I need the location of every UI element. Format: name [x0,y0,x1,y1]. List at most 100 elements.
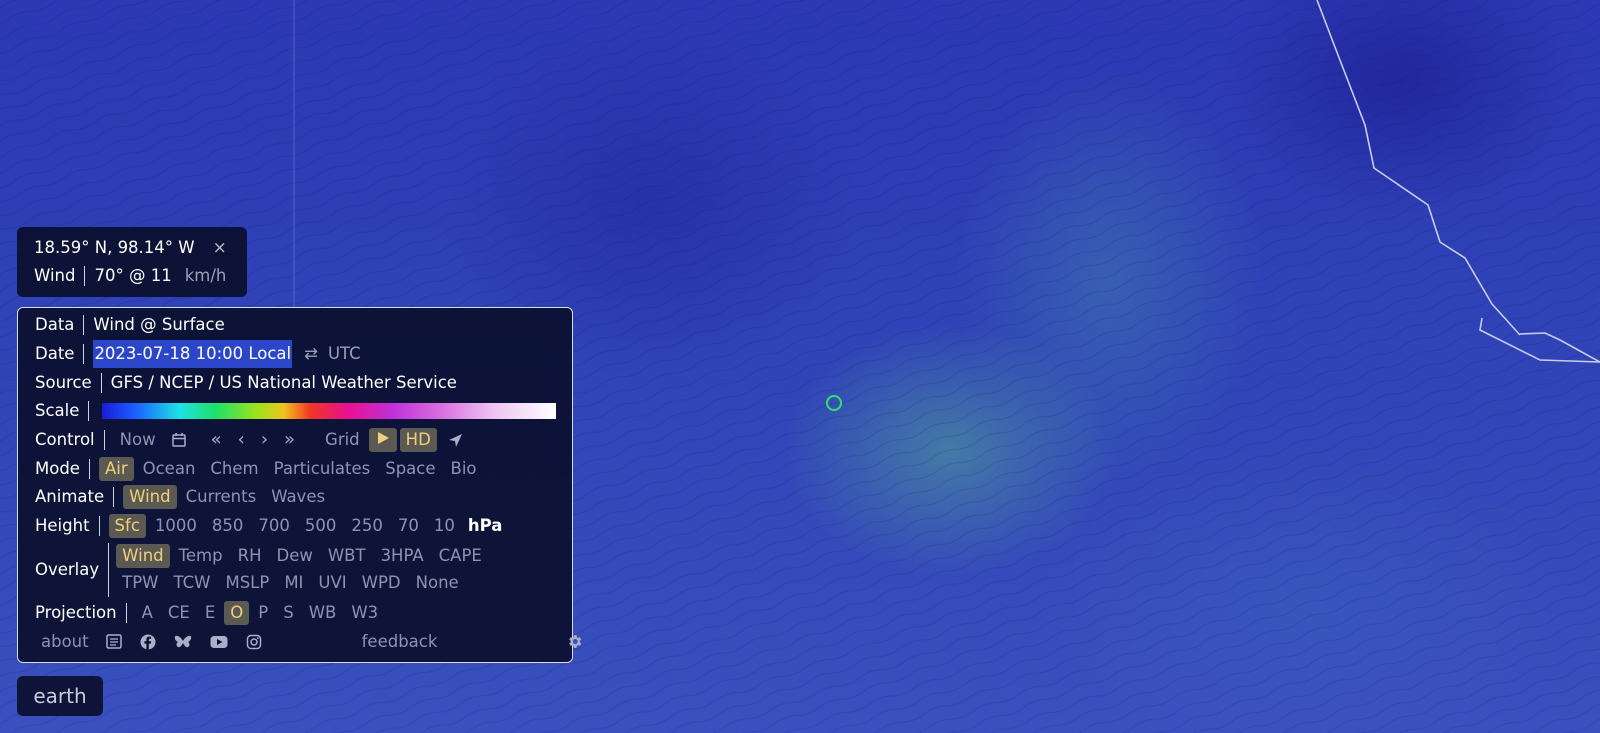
overlay-options-row: Wind Temp RH Dew WBT 3HPA CAPE [116,543,491,570]
overlay-tpw[interactable]: TPW [116,571,164,595]
grid-toggle[interactable]: Grid [319,428,366,452]
height-700[interactable]: 700 [252,514,296,538]
butterfly-icon[interactable] [174,634,192,650]
mode-space[interactable]: Space [379,457,441,481]
projection-ce[interactable]: CE [162,601,196,625]
animate-currents[interactable]: Currents [180,485,263,509]
instagram-icon[interactable] [246,634,262,650]
divider [125,602,127,623]
projection-a[interactable]: A [136,601,159,625]
overlay-3hpa[interactable]: 3HPA [375,544,430,568]
control-row: Control Now « ‹ › » Grid HD [35,426,556,455]
location-coords: 18.59° N, 98.14° W [34,238,195,257]
earth-menu-button[interactable]: earth [17,676,103,716]
wind-value: 70° @ 11 [94,266,172,285]
step-back-button[interactable]: ‹ [238,426,245,454]
projection-o[interactable]: O [224,600,250,625]
mode-row: Mode Air Ocean Chem Particulates Space B… [35,454,556,483]
feedback-link[interactable]: feedback [356,630,444,654]
data-row: Data Wind @ Surface [35,311,556,340]
height-500[interactable]: 500 [299,514,343,538]
height-850[interactable]: 850 [206,514,250,538]
overlay-rh[interactable]: RH [232,544,268,568]
projection-wb[interactable]: WB [303,601,343,625]
overlay-wpd[interactable]: WPD [356,571,407,595]
divider [83,315,85,336]
overlay-none[interactable]: None [410,571,465,595]
data-label: Data [35,315,75,335]
youtube-icon[interactable] [210,635,228,649]
play-icon[interactable] [368,428,397,453]
overlay-uvi[interactable]: UVI [312,571,352,595]
menu-panel: Data Wind @ Surface Date 2023-07-18 10:0… [17,307,582,663]
skip-back-button[interactable]: « [211,426,222,454]
height-250[interactable]: 250 [345,514,389,538]
source-value: GFS / NCEP / US National Weather Service [110,372,457,392]
about-link[interactable]: about [35,630,95,654]
overlay-dew[interactable]: Dew [270,544,318,568]
projection-w3[interactable]: W3 [345,601,384,625]
color-scale-bar[interactable] [102,403,556,420]
calendar-icon[interactable] [171,432,187,448]
overlay-mi[interactable]: MI [278,571,309,595]
date-label: Date [35,344,75,364]
hd-toggle[interactable]: HD [399,428,437,453]
overlay-label: Overlay [35,559,100,579]
mode-particulates[interactable]: Particulates [268,457,377,481]
facebook-icon[interactable] [140,634,156,650]
projection-s[interactable]: S [277,601,299,625]
mode-bio[interactable]: Bio [445,457,483,481]
overlay-mslp[interactable]: MSLP [219,571,275,595]
height-70[interactable]: 70 [392,514,425,538]
height-unit: hPa [467,516,503,536]
mode-chem[interactable]: Chem [204,457,264,481]
control-label: Control [35,430,95,450]
wind-unit[interactable]: km/h [185,262,227,290]
wind-label: Wind [34,266,76,285]
skip-forward-button[interactable]: » [284,426,295,454]
now-button[interactable]: Now [114,428,162,452]
overlay-wbt[interactable]: WBT [322,544,372,568]
scale-row: Scale [35,397,556,426]
height-10[interactable]: 10 [428,514,461,538]
location-panel: 18.59° N, 98.14° W × Wind 70° @ 11 km/h [17,227,247,297]
mode-air[interactable]: Air [98,456,134,481]
projection-p[interactable]: P [252,601,274,625]
divider [103,430,105,451]
date-value[interactable]: 2023-07-18 10:00 Local [93,340,293,369]
animate-label: Animate [35,487,105,507]
projection-label: Projection [35,602,117,622]
overlay-tcw[interactable]: TCW [168,571,217,595]
divider [83,344,85,365]
step-forward-button[interactable]: › [261,426,268,454]
height-row: Height Sfc 1000 850 700 500 250 70 10 hP… [35,512,556,541]
location-arrow-icon[interactable] [448,433,463,448]
date-row: Date 2023-07-18 10:00 Local ⇄ UTC [35,340,556,369]
mode-ocean[interactable]: Ocean [137,457,202,481]
divider [100,372,102,393]
gear-icon[interactable] [566,633,583,650]
animate-row: Animate Wind Currents Waves [35,483,556,512]
height-1000[interactable]: 1000 [149,514,203,538]
animate-waves[interactable]: Waves [265,485,331,509]
overlay-wind[interactable]: Wind [116,544,170,568]
height-sfc[interactable]: Sfc [108,514,146,539]
overlay-temp[interactable]: Temp [173,544,229,568]
close-icon[interactable]: × [213,234,227,262]
swap-icon[interactable]: ⇄ [304,340,318,368]
source-label: Source [35,372,92,392]
overlay-options: Wind Temp RH Dew WBT 3HPA CAPE TPW TCW M… [108,542,491,597]
height-label: Height [35,516,90,536]
utc-toggle[interactable]: UTC [328,340,361,368]
overlay-options-row: TPW TCW MSLP MI UVI WPD None [116,570,491,597]
divider [84,266,86,286]
divider [88,458,90,479]
overlay-cape[interactable]: CAPE [433,544,488,568]
projection-e[interactable]: E [199,601,221,625]
divider [98,516,100,537]
projection-row: Projection A CE E O P S WB W3 [35,599,556,628]
footer-links-row: about feedback [35,627,582,656]
mode-label: Mode [35,458,80,478]
animate-wind[interactable]: Wind [123,485,177,510]
news-icon[interactable] [105,634,122,649]
